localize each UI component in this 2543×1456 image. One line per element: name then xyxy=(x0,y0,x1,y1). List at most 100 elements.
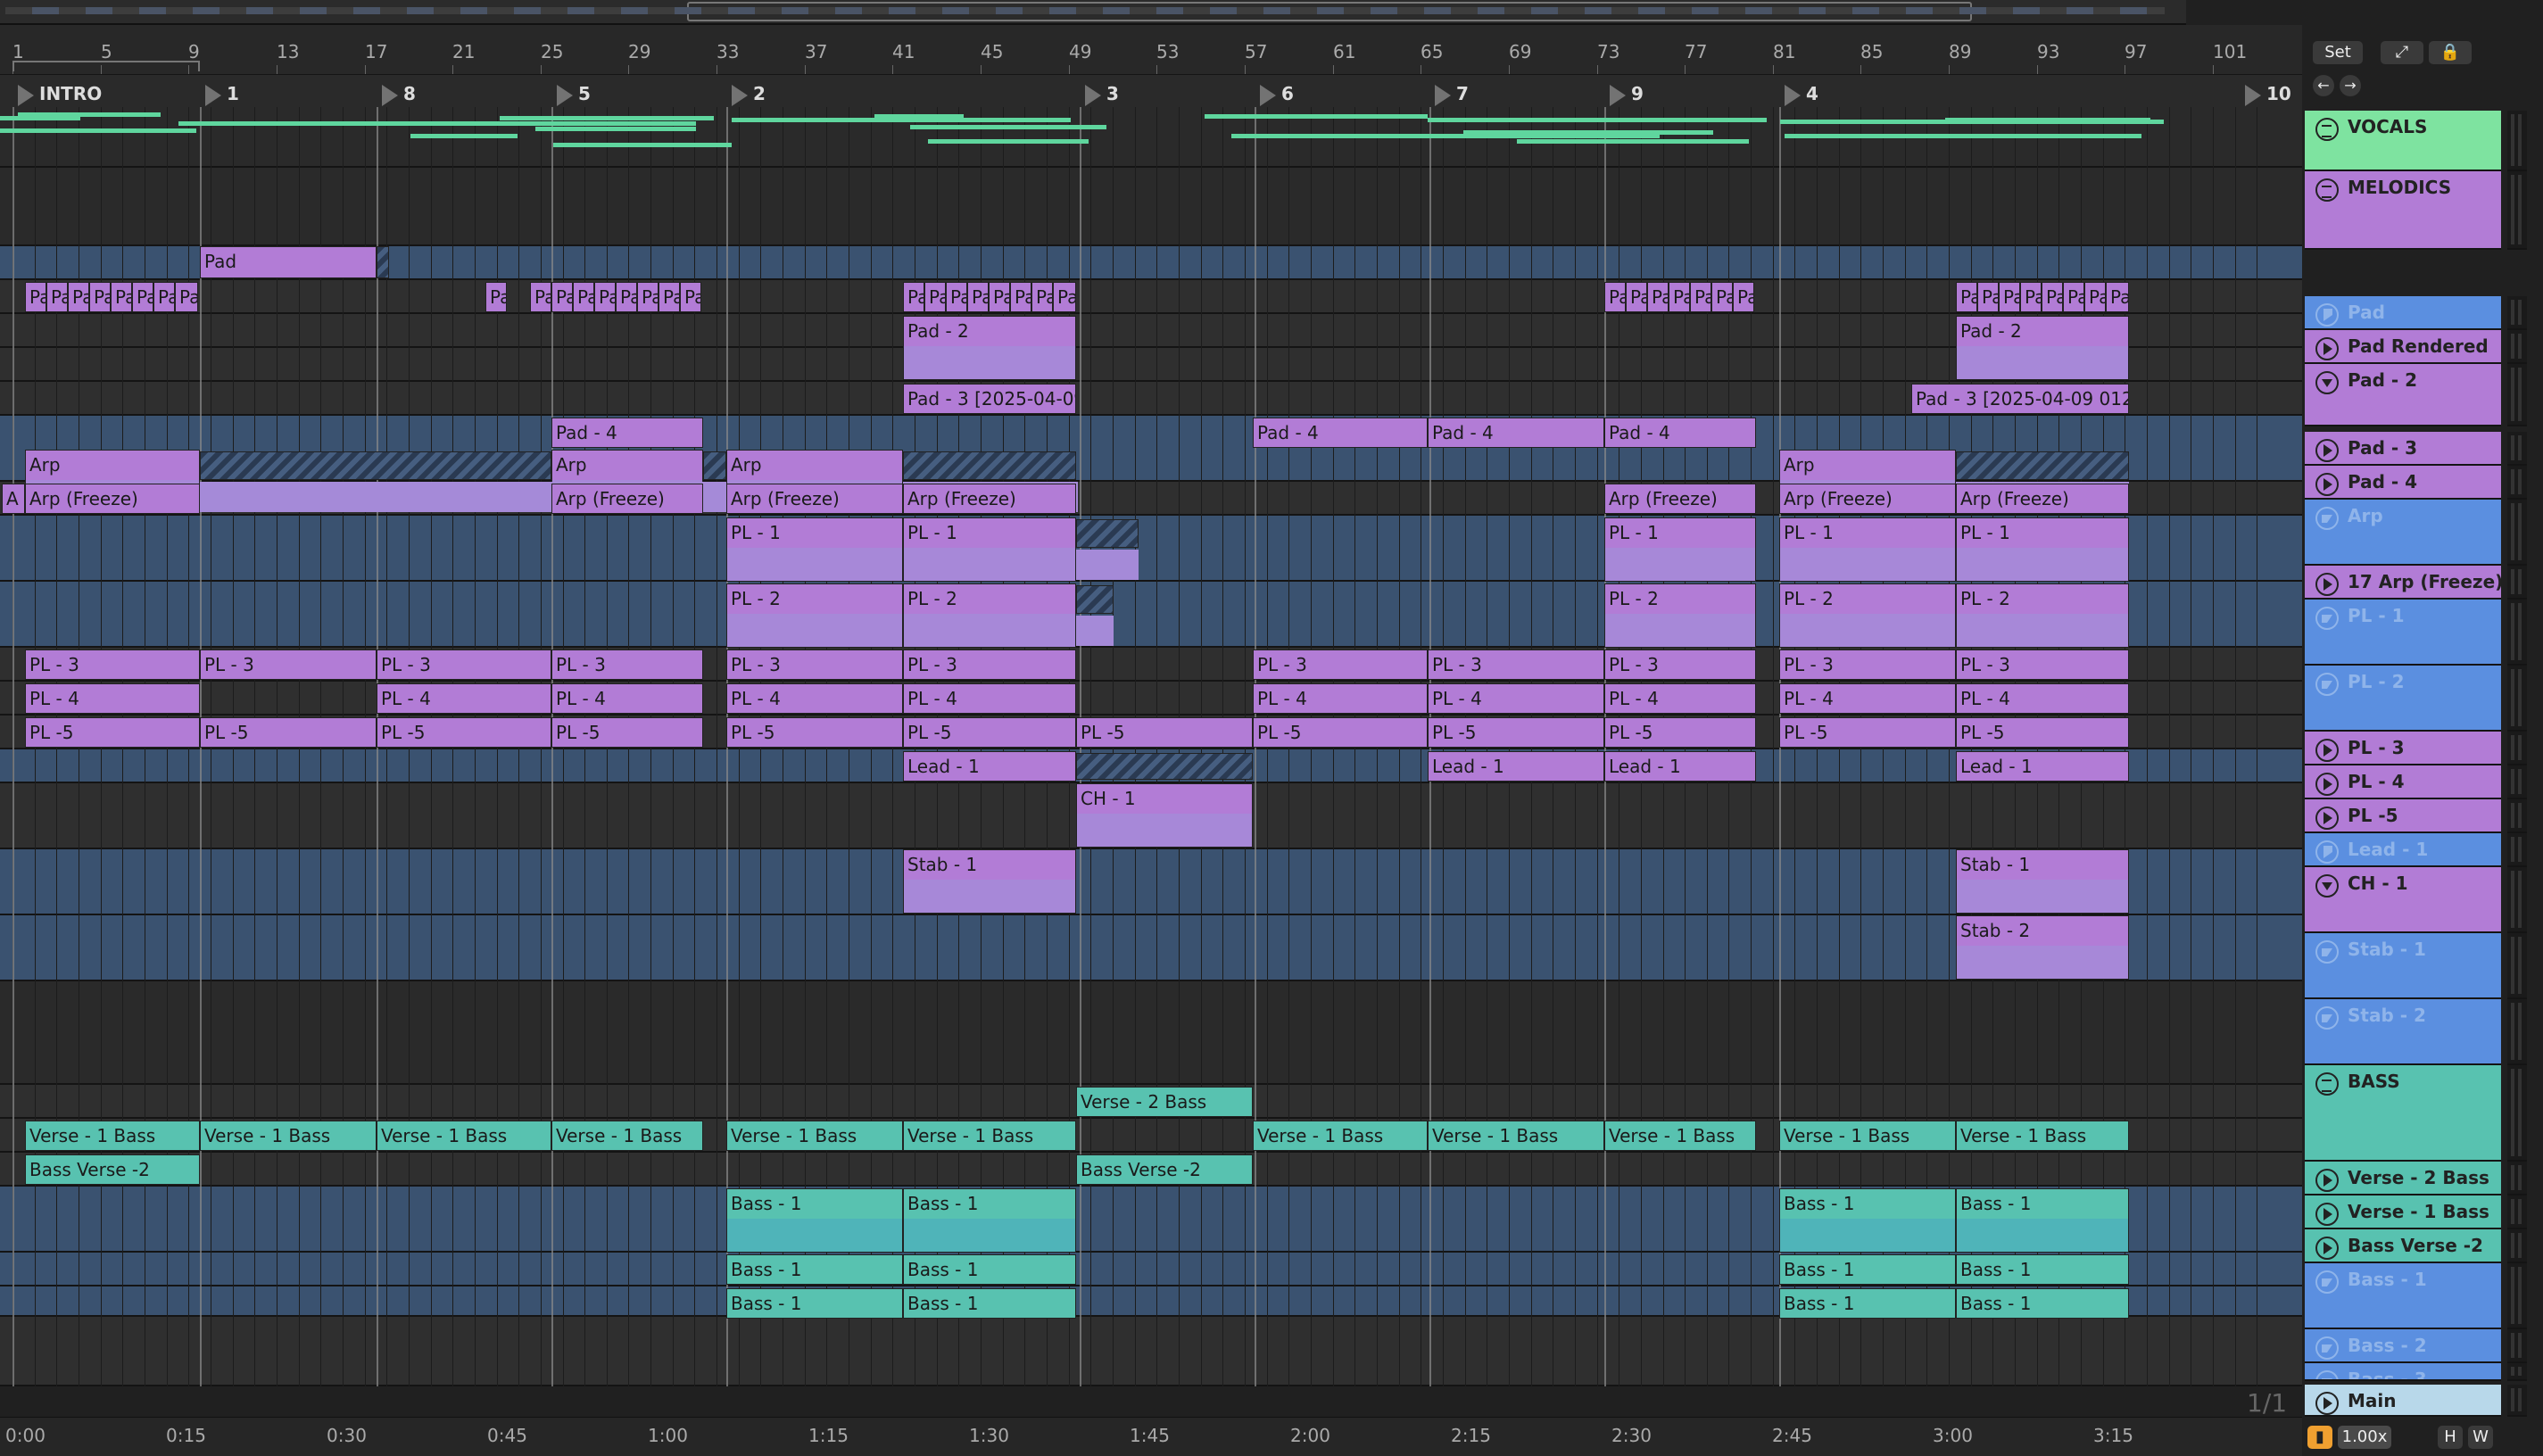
clip[interactable]: Pa xyxy=(1010,282,1031,312)
clip[interactable]: Arp (Freeze) xyxy=(1604,484,1756,514)
locator-marker[interactable]: 5 xyxy=(557,83,591,106)
clip[interactable]: Lead - 1 xyxy=(1956,751,2129,782)
clip[interactable]: Pa xyxy=(594,282,616,312)
clip[interactable]: Pa xyxy=(946,282,967,312)
clip[interactable]: Pa xyxy=(2042,282,2063,312)
clip[interactable]: Pad - 4 xyxy=(551,418,703,448)
clip[interactable]: Pad - 2 xyxy=(1956,316,2129,380)
down-icon[interactable] xyxy=(2315,1370,2339,1379)
clip[interactable]: PL - 3 xyxy=(1428,649,1604,680)
down-icon[interactable] xyxy=(2315,371,2339,394)
clip[interactable]: PL - 2 xyxy=(1779,583,1956,648)
clip[interactable]: Pa xyxy=(1647,282,1669,312)
clip[interactable]: PL - 2 xyxy=(903,583,1076,648)
clip[interactable]: PL - 4 xyxy=(1604,683,1756,714)
clip[interactable]: PL -5 xyxy=(1779,717,1956,748)
down-icon[interactable] xyxy=(2315,507,2339,530)
down-icon[interactable] xyxy=(2315,1336,2339,1360)
clip[interactable]: Pa xyxy=(25,282,46,312)
locator-marker[interactable]: 4 xyxy=(1785,83,1818,106)
clip[interactable]: Pa xyxy=(1977,282,1999,312)
clip[interactable]: PL - 3 xyxy=(377,649,551,680)
down-icon[interactable] xyxy=(2315,673,2339,696)
track-header[interactable]: Pad Rendered xyxy=(2305,330,2501,364)
clip[interactable]: Pad - 4 xyxy=(1604,418,1756,448)
clip[interactable]: PL -5 xyxy=(903,717,1076,748)
clip[interactable]: Pa xyxy=(551,282,573,312)
clip[interactable]: PL - 4 xyxy=(1253,683,1428,714)
clip[interactable]: PL -5 xyxy=(1076,717,1253,748)
clip[interactable]: Bass - 1 xyxy=(726,1188,903,1253)
track-header[interactable]: PL - 3 xyxy=(2305,732,2501,765)
clip[interactable]: PL - 3 xyxy=(1604,649,1756,680)
clip[interactable]: PL - 3 xyxy=(1253,649,1428,680)
locator-marker[interactable]: 3 xyxy=(1085,83,1119,106)
clip[interactable]: PL -5 xyxy=(1604,717,1756,748)
clip[interactable]: Verse - 1 Bass xyxy=(551,1121,703,1151)
clip[interactable]: Pa xyxy=(1053,282,1076,312)
clip[interactable]: PL - 3 xyxy=(1956,649,2129,680)
track-header[interactable]: CH - 1 xyxy=(2305,867,2501,933)
clip[interactable]: Verse - 1 Bass xyxy=(1428,1121,1604,1151)
clip[interactable]: Pa xyxy=(637,282,659,312)
clip[interactable]: PL -5 xyxy=(200,717,377,748)
play-icon[interactable] xyxy=(2315,807,2339,830)
clip[interactable]: Bass - 1 xyxy=(726,1254,903,1285)
track-header[interactable]: Main xyxy=(2305,1385,2501,1417)
track-header[interactable]: Verse - 2 Bass xyxy=(2305,1162,2501,1195)
down-icon[interactable] xyxy=(2315,607,2339,630)
track-header[interactable]: VOCALS xyxy=(2305,111,2501,171)
expand-icon[interactable]: ⤢ xyxy=(2381,41,2423,64)
clip[interactable]: Arp (Freeze) xyxy=(25,484,200,514)
play-icon[interactable] xyxy=(2315,337,2339,360)
clip[interactable]: PL -5 xyxy=(1428,717,1604,748)
clip[interactable]: PL - 3 xyxy=(1779,649,1956,680)
clip[interactable]: Bass Verse -2 xyxy=(1076,1154,1253,1185)
clip[interactable]: Pad - 4 xyxy=(1428,418,1604,448)
clip[interactable]: Pad - 4 xyxy=(1253,418,1428,448)
lock-icon[interactable]: 🔒 xyxy=(2429,41,2472,64)
lines-icon[interactable] xyxy=(2315,118,2339,141)
clip[interactable]: Arp (Freeze) xyxy=(551,484,703,514)
track-header[interactable]: Arp xyxy=(2305,500,2501,566)
clip[interactable]: PL - 3 xyxy=(25,649,200,680)
clip[interactable]: Verse - 1 Bass xyxy=(1956,1121,2129,1151)
clip[interactable]: Pa xyxy=(2106,282,2129,312)
locator-marker[interactable]: 8 xyxy=(382,83,416,106)
track-header[interactable]: Stab - 1 xyxy=(2305,933,2501,999)
track-header[interactable]: BASS xyxy=(2305,1065,2501,1162)
down-icon[interactable] xyxy=(2315,940,2339,964)
clip[interactable]: Pa xyxy=(2063,282,2084,312)
clip[interactable]: PL - 4 xyxy=(1779,683,1956,714)
clip[interactable]: Pad - 2 xyxy=(903,316,1076,380)
clip[interactable]: Pa xyxy=(573,282,594,312)
track-lane[interactable] xyxy=(0,168,2302,246)
clip[interactable]: PL -5 xyxy=(726,717,903,748)
clip[interactable]: PL - 1 xyxy=(726,517,903,582)
clip[interactable]: PL -5 xyxy=(377,717,551,748)
clip[interactable]: Bass - 1 xyxy=(1779,1254,1956,1285)
clip[interactable]: Pa xyxy=(485,282,507,312)
clip[interactable]: PL - 1 xyxy=(1604,517,1756,582)
clip[interactable]: Bass Verse -2 xyxy=(25,1154,200,1185)
clip[interactable]: CH - 1 xyxy=(1076,783,1253,848)
clip[interactable]: Pa xyxy=(46,282,68,312)
locator-marker[interactable]: 7 xyxy=(1435,83,1469,106)
clip[interactable]: Bass - 1 xyxy=(726,1288,903,1319)
clip[interactable]: Pa xyxy=(1999,282,2020,312)
track-header[interactable]: MELODICS xyxy=(2305,171,2501,250)
clip[interactable]: Stab - 1 xyxy=(1956,849,2129,914)
clip[interactable]: Bass - 1 xyxy=(1956,1188,2129,1253)
clip[interactable]: Verse - 1 Bass xyxy=(25,1121,200,1151)
clip[interactable]: PL - 4 xyxy=(903,683,1076,714)
clip[interactable]: PL - 4 xyxy=(726,683,903,714)
clip[interactable]: PL - 3 xyxy=(200,649,377,680)
clip[interactable]: Pa xyxy=(2020,282,2042,312)
play-icon[interactable] xyxy=(2315,573,2339,596)
follow-icon[interactable]: ▮ xyxy=(2307,1426,2332,1449)
clip[interactable]: PL - 2 xyxy=(726,583,903,648)
clip[interactable]: Pa xyxy=(1733,282,1754,312)
play-icon[interactable] xyxy=(2315,1169,2339,1192)
w-button[interactable]: W xyxy=(2468,1426,2493,1449)
locator-marker[interactable]: 6 xyxy=(1260,83,1294,106)
